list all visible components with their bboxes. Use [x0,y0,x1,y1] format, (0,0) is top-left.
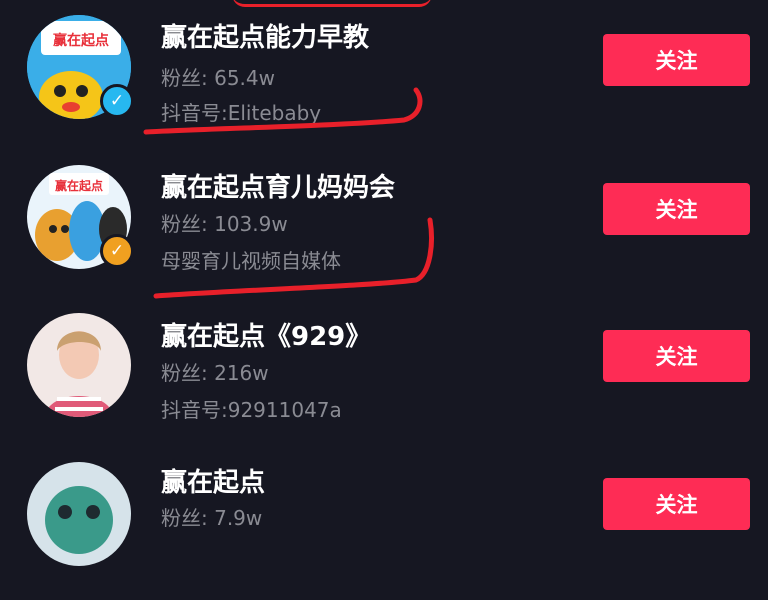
avatar-logo-text: 赢在起点 [55,178,103,193]
avatar[interactable] [27,313,131,417]
avatar-logo-text: 赢在起点 [53,32,109,49]
account-name: 赢在起点能力早教 [161,23,370,53]
verified-badge-icon: ✓ [100,84,134,118]
fans-count: 粉丝: 216w [161,361,269,385]
avatar[interactable] [27,462,131,566]
person-avatar-image [27,313,131,417]
list-item[interactable]: 赢在起点 粉丝: 7.9w 关注 [0,450,768,600]
fans-count: 粉丝: 7.9w [161,506,263,530]
follow-button[interactable]: 关注 [603,478,750,530]
account-name: 赢在起点 [161,468,266,498]
account-name: 赢在起点《929》 [161,322,372,352]
account-name: 赢在起点育儿妈妈会 [161,173,396,203]
follow-button[interactable]: 关注 [603,183,750,235]
red-annotation-underline [153,217,434,299]
verified-badge-icon: ✓ [100,234,134,268]
account-id: 抖音号:92911047a [161,398,342,422]
cartoon-avatar-image [27,462,131,566]
follow-button[interactable]: 关注 [603,34,750,86]
red-annotation-underline [143,87,423,135]
list-item[interactable]: 赢在起点《929》 粉丝: 216w 抖音号:92911047a 关注 [0,300,768,450]
follow-button[interactable]: 关注 [603,330,750,382]
